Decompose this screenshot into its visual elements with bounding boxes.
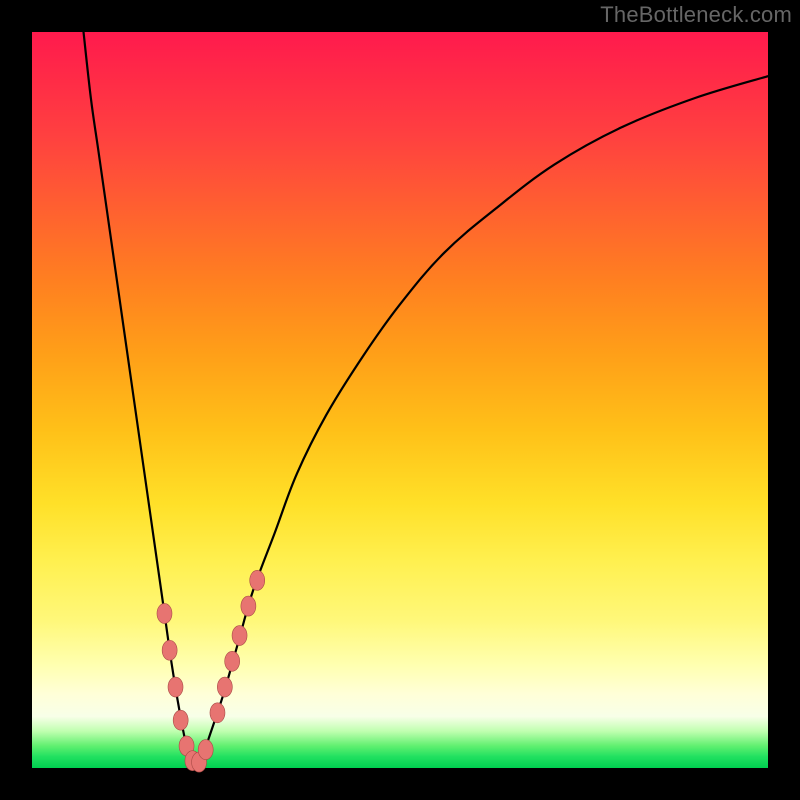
marker-point	[210, 703, 225, 723]
bottleneck-curve	[84, 32, 768, 766]
marker-point	[217, 677, 232, 697]
marker-point	[225, 651, 240, 671]
marker-point	[232, 626, 247, 646]
marker-point	[241, 596, 256, 616]
marker-point	[173, 710, 188, 730]
watermark-text: TheBottleneck.com	[600, 2, 792, 28]
marker-point	[157, 603, 172, 623]
curve-svg	[32, 32, 768, 768]
marker-point	[250, 570, 265, 590]
marker-point	[162, 640, 177, 660]
chart-frame: TheBottleneck.com	[0, 0, 800, 800]
plot-area	[32, 32, 768, 768]
marker-point	[168, 677, 183, 697]
marker-point	[198, 740, 213, 760]
